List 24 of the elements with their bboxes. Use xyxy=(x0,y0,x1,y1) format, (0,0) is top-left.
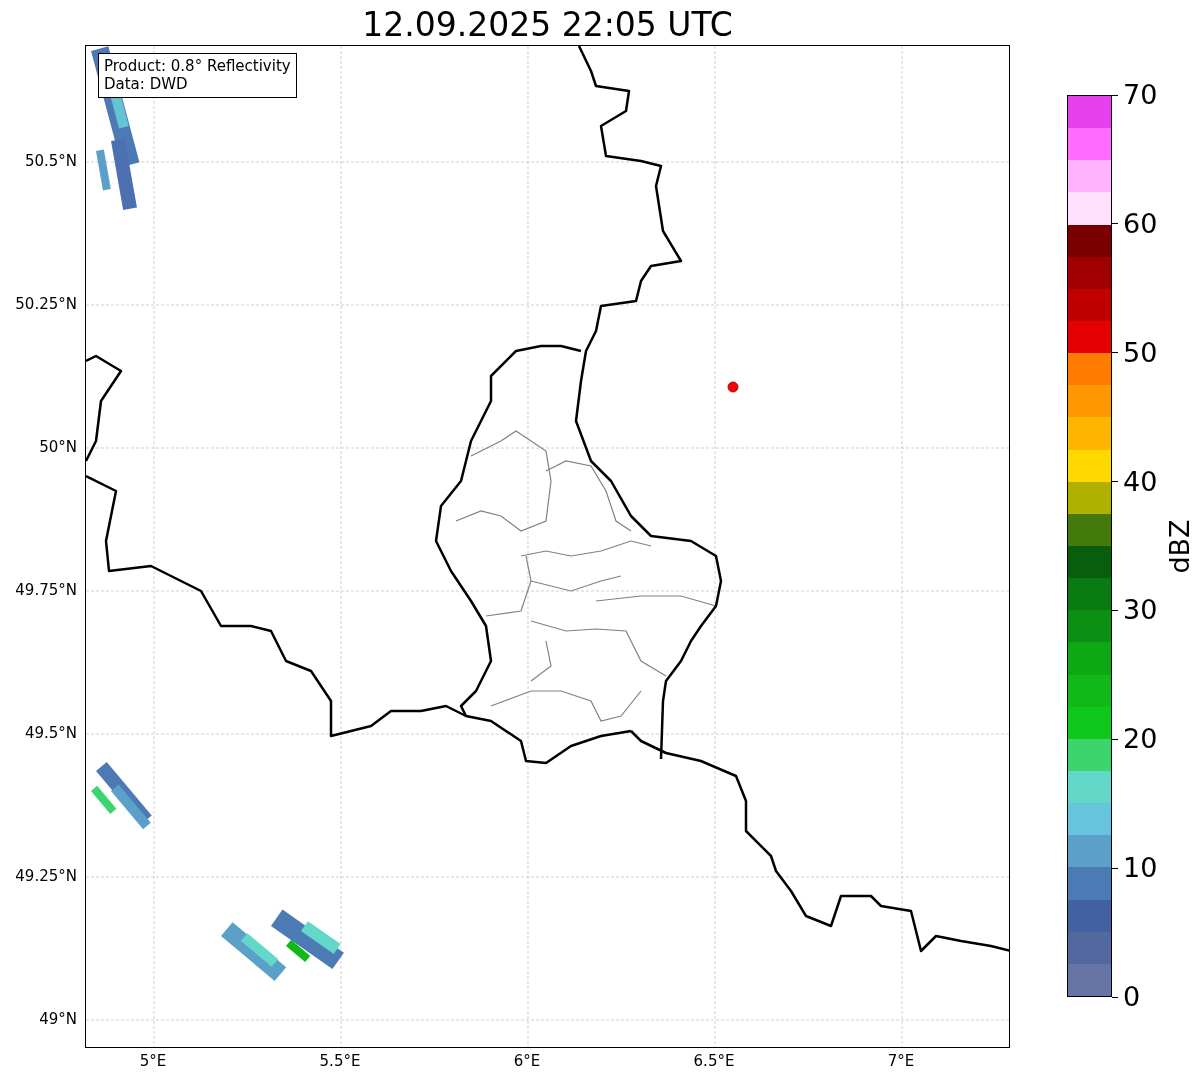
latitude-label: 49.25°N xyxy=(15,867,77,885)
longitude-label: 5°E xyxy=(139,1052,167,1070)
latitude-label: 50.25°N xyxy=(15,295,77,313)
info-text: Product: 0.8° Reflectivity xyxy=(104,57,291,75)
colorbar-tick-label: 30 xyxy=(1123,595,1158,626)
colorbar-label: dBZ xyxy=(1163,518,1195,574)
latitude-label: 50.5°N xyxy=(24,152,77,170)
info-text: Data: DWD xyxy=(104,75,189,93)
latitude-label: 49°N xyxy=(39,1010,77,1028)
colorbar-tick-label: 20 xyxy=(1123,724,1158,755)
colorbar-tick-label: 50 xyxy=(1123,337,1158,368)
longitude-label: 7°E xyxy=(887,1052,915,1070)
longitude-label: 6°E xyxy=(513,1052,541,1070)
colorbar-tick-label: 0 xyxy=(1123,982,1141,1012)
latitude-label: 50°N xyxy=(39,438,77,456)
colorbar-tick-label: 70 xyxy=(1123,80,1158,110)
latitude-label: 49.75°N xyxy=(15,581,77,599)
longitude-label: 6.5°E xyxy=(693,1052,735,1070)
colorbar-tick-label: 60 xyxy=(1123,208,1158,239)
latitude-label: 49.5°N xyxy=(24,724,77,742)
chart-title: 12.09.2025 22:05 UTC xyxy=(361,4,734,45)
colorbar-tick-label: 10 xyxy=(1123,853,1158,884)
longitude-label: 5.5°E xyxy=(319,1052,361,1070)
colorbar-tick-label: 40 xyxy=(1123,466,1158,497)
